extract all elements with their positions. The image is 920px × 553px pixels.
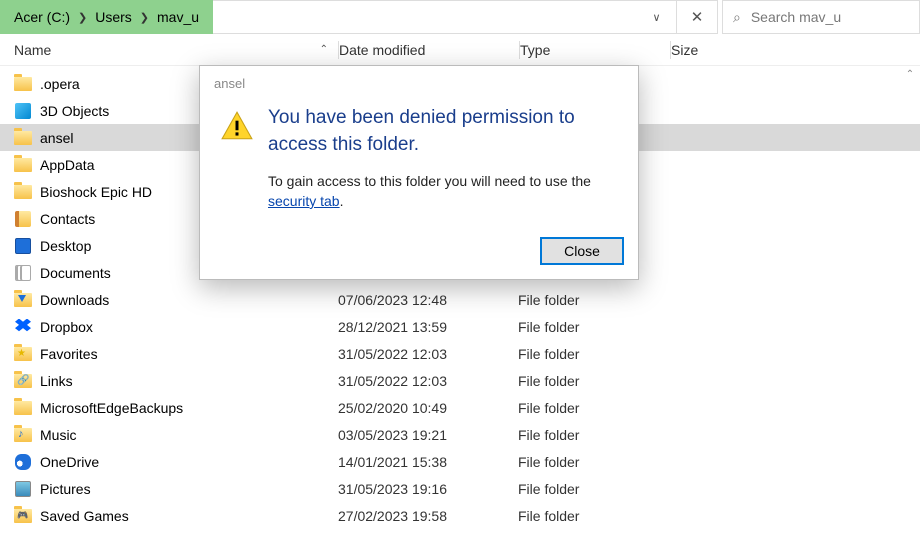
column-headers: Name ⌃ Date modified Type Size bbox=[0, 34, 920, 66]
scroll-up-icon[interactable]: ⌃ bbox=[902, 66, 918, 82]
file-name: Music bbox=[40, 427, 77, 443]
pictures-icon bbox=[14, 480, 32, 498]
warning-icon bbox=[220, 109, 254, 143]
file-name: .opera bbox=[40, 76, 80, 92]
file-row[interactable]: ♪ Music 03/05/2023 19:21File folder bbox=[0, 421, 920, 448]
file-date: 14/01/2021 15:38 bbox=[338, 454, 518, 470]
file-row[interactable]: 🎮 Saved Games 27/02/2023 19:58File folder bbox=[0, 502, 920, 529]
file-name: Bioshock Epic HD bbox=[40, 184, 152, 200]
docs-icon bbox=[14, 264, 32, 282]
file-row[interactable]: 🔗 Links 31/05/2022 12:03File folder bbox=[0, 367, 920, 394]
onedrive-icon bbox=[14, 453, 32, 471]
file-date: 27/02/2023 19:58 bbox=[338, 508, 518, 524]
header-name[interactable]: Name ⌃ bbox=[14, 42, 338, 58]
header-date[interactable]: Date modified bbox=[339, 42, 519, 58]
address-rest[interactable]: ∨ ✕ bbox=[213, 0, 718, 34]
file-type: File folder bbox=[518, 481, 668, 497]
file-row[interactable]: OneDrive 14/01/2021 15:38File folder bbox=[0, 448, 920, 475]
file-date: 28/12/2021 13:59 bbox=[338, 319, 518, 335]
savedgames-icon: 🎮 bbox=[14, 507, 32, 525]
links-icon: 🔗 bbox=[14, 372, 32, 390]
address-dropdown[interactable]: ∨ bbox=[637, 1, 677, 33]
sort-indicator-icon: ⌃ bbox=[320, 44, 328, 55]
file-date: 25/02/2020 10:49 bbox=[338, 400, 518, 416]
file-name: MicrosoftEdgeBackups bbox=[40, 400, 183, 416]
file-row[interactable]: Dropbox 28/12/2021 13:59File folder bbox=[0, 313, 920, 340]
folder-icon bbox=[14, 129, 32, 147]
dialog-body: To gain access to this folder you will n… bbox=[268, 172, 618, 211]
folder-icon bbox=[14, 156, 32, 174]
crumb-current[interactable]: mav_u bbox=[151, 9, 205, 25]
permission-denied-dialog: ansel You have been denied permission to… bbox=[199, 65, 639, 280]
crumb-users[interactable]: Users bbox=[89, 9, 138, 25]
close-button[interactable]: Close bbox=[540, 237, 624, 265]
file-type: File folder bbox=[518, 454, 668, 470]
crumb-drive[interactable]: Acer (C:) bbox=[8, 9, 76, 25]
file-name: 3D Objects bbox=[40, 103, 109, 119]
file-type: File folder bbox=[518, 400, 668, 416]
folder-icon bbox=[14, 399, 32, 417]
file-date: 31/05/2022 12:03 bbox=[338, 373, 518, 389]
address-clear[interactable]: ✕ bbox=[677, 1, 717, 33]
chevron-right-icon: ❯ bbox=[76, 11, 89, 24]
favorites-icon: ★ bbox=[14, 345, 32, 363]
file-name: AppData bbox=[40, 157, 94, 173]
file-type: File folder bbox=[518, 346, 668, 362]
breadcrumb[interactable]: Acer (C:) ❯ Users ❯ mav_u bbox=[0, 0, 213, 34]
file-date: 31/05/2023 19:16 bbox=[338, 481, 518, 497]
contacts-icon bbox=[14, 210, 32, 228]
file-type: File folder bbox=[518, 319, 668, 335]
folder-icon bbox=[14, 75, 32, 93]
file-name: Favorites bbox=[40, 346, 98, 362]
header-type[interactable]: Type bbox=[520, 42, 670, 58]
file-name: ansel bbox=[40, 130, 73, 146]
file-row[interactable]: Pictures 31/05/2023 19:16File folder bbox=[0, 475, 920, 502]
folder-icon bbox=[14, 183, 32, 201]
file-name: Downloads bbox=[40, 292, 109, 308]
file-row[interactable]: MicrosoftEdgeBackups 25/02/2020 10:49File… bbox=[0, 394, 920, 421]
search-icon: ⌕ bbox=[733, 9, 741, 26]
file-name: OneDrive bbox=[40, 454, 99, 470]
3d-icon bbox=[14, 102, 32, 120]
file-name: Desktop bbox=[40, 238, 91, 254]
file-date: 03/05/2023 19:21 bbox=[338, 427, 518, 443]
header-size[interactable]: Size bbox=[671, 42, 771, 58]
search-input[interactable]: ⌕ Search mav_u bbox=[722, 0, 920, 34]
downloads-icon bbox=[14, 291, 32, 309]
address-bar: Acer (C:) ❯ Users ❯ mav_u ∨ ✕ ⌕ Search m… bbox=[0, 0, 920, 34]
scrollbar[interactable]: ⌃ bbox=[902, 66, 918, 553]
music-icon: ♪ bbox=[14, 426, 32, 444]
file-name: Dropbox bbox=[40, 319, 93, 335]
file-name: Pictures bbox=[40, 481, 91, 497]
file-name: Documents bbox=[40, 265, 111, 281]
desktop-icon bbox=[14, 237, 32, 255]
file-name: Links bbox=[40, 373, 73, 389]
security-tab-link[interactable]: security tab bbox=[268, 193, 340, 209]
file-type: File folder bbox=[518, 427, 668, 443]
chevron-right-icon: ❯ bbox=[138, 11, 151, 24]
file-date: 31/05/2022 12:03 bbox=[338, 346, 518, 362]
file-date: 07/06/2023 12:48 bbox=[338, 292, 518, 308]
file-row[interactable]: ★ Favorites 31/05/2022 12:03File folder bbox=[0, 340, 920, 367]
file-name: Contacts bbox=[40, 211, 95, 227]
file-row[interactable]: Downloads 07/06/2023 12:48File folder bbox=[0, 286, 920, 313]
dropbox-icon bbox=[14, 318, 32, 336]
dialog-title: ansel bbox=[200, 66, 638, 99]
dialog-heading: You have been denied permission to acces… bbox=[268, 105, 618, 158]
file-type: File folder bbox=[518, 373, 668, 389]
search-placeholder: Search mav_u bbox=[751, 9, 841, 25]
file-type: File folder bbox=[518, 292, 668, 308]
file-type: File folder bbox=[518, 508, 668, 524]
file-name: Saved Games bbox=[40, 508, 129, 524]
